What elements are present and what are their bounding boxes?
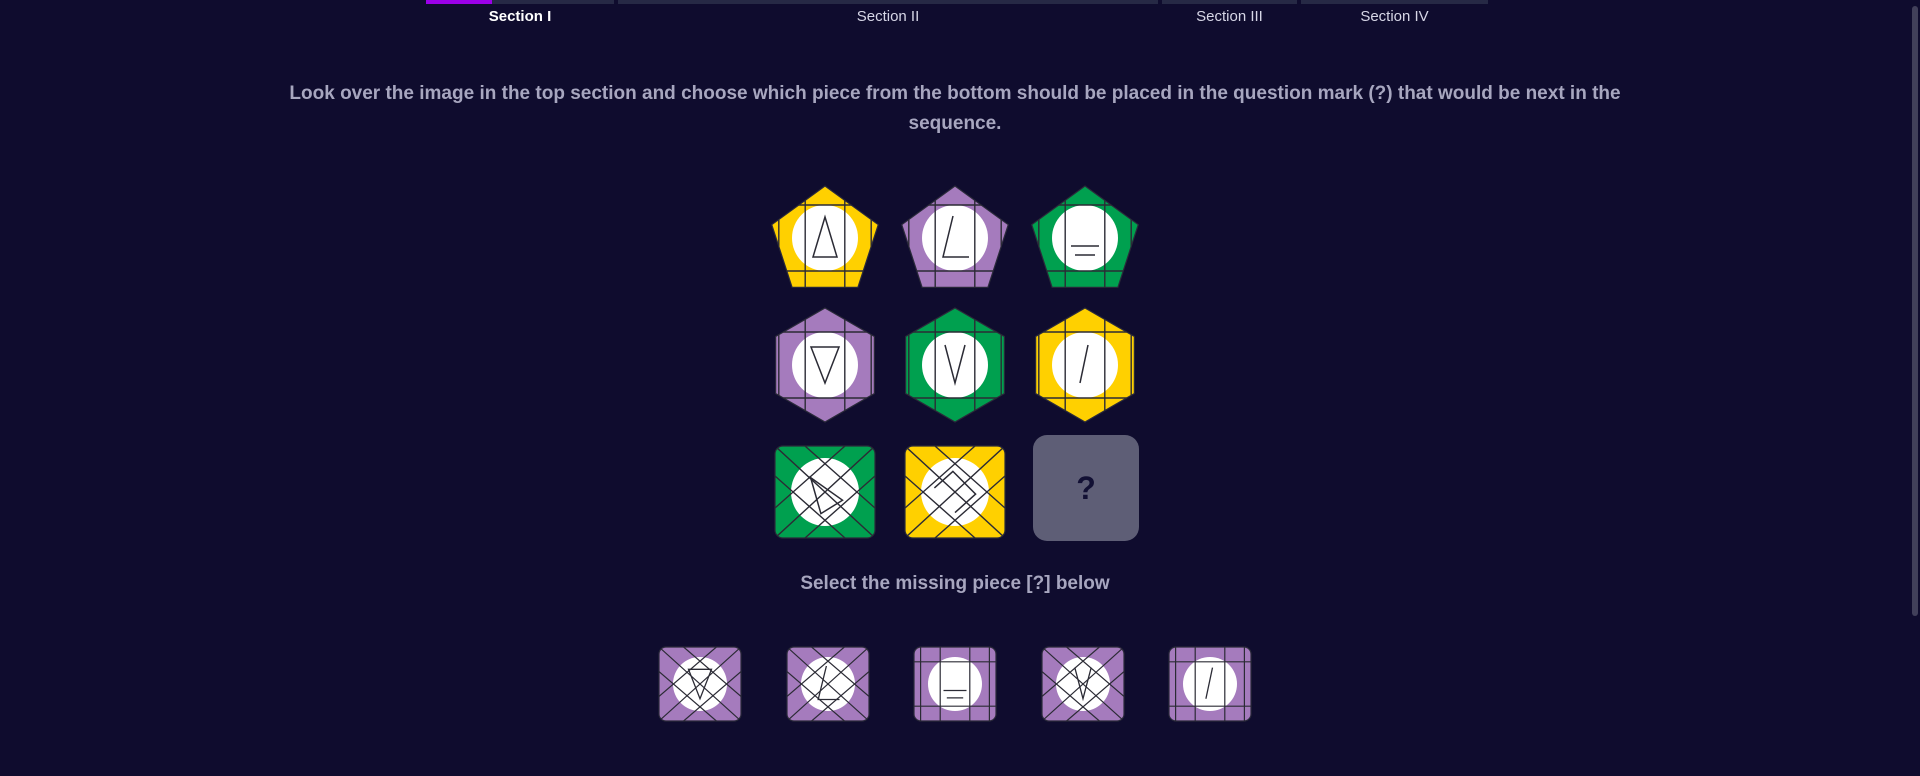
section-tab-1[interactable]: Section I [426,0,614,30]
scrollbar-thumb[interactable] [1912,6,1918,616]
section-label: Section II [856,8,920,25]
answer-option-3[interactable] [913,645,997,723]
question-instruction: Look over the image in the top section a… [289,83,1621,134]
select-prompt: Select the missing piece [?] below [800,573,1110,594]
matrix-tile-square-yellow [890,427,1020,557]
answer-option-2[interactable] [786,645,870,723]
section-label: Section I [488,8,552,25]
matrix-tile-hexagon-green [890,300,1020,430]
answer-option-4[interactable] [1041,645,1125,723]
section-label: Section IV [1360,8,1429,25]
section-progress-bar [618,0,1158,4]
matrix-tile-pentagon-green [1020,173,1150,303]
scrollbar[interactable] [1908,0,1920,776]
section-progress-fill [426,0,492,4]
answer-option-5[interactable] [1168,645,1252,723]
section-tab-2[interactable]: Section II [618,0,1158,30]
missing-piece-tile: ? [1033,435,1139,541]
matrix-tile-hexagon-yellow [1020,300,1150,430]
section-progress-bar [426,0,614,4]
answer-option-1[interactable] [658,645,742,723]
section-progress-bar [1162,0,1297,4]
question-mark: ? [1076,469,1096,506]
section-tab-3[interactable]: Section III [1162,0,1297,30]
matrix-tile-square-green [760,427,890,557]
section-progress-bar [1301,0,1488,4]
matrix-tile-hexagon-purple [760,300,890,430]
matrix-tile-pentagon-yellow [760,173,890,303]
section-tab-4[interactable]: Section IV [1301,0,1488,30]
section-label: Section III [1196,8,1263,25]
matrix-tile-pentagon-purple [890,173,1020,303]
